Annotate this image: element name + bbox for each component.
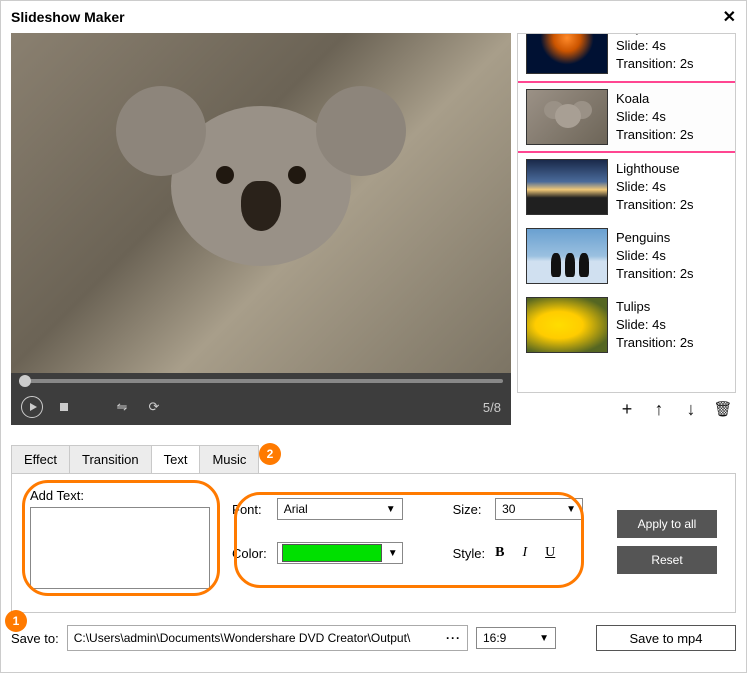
move-down-icon[interactable]: ↓ — [682, 400, 700, 418]
window-title: Slideshow Maker — [11, 9, 125, 25]
add-text-input[interactable] — [30, 507, 210, 589]
size-label: Size: — [453, 502, 486, 517]
flip-horizontal-icon[interactable]: ⇋ — [111, 396, 133, 418]
style-label: Style: — [453, 546, 486, 561]
chevron-down-icon: ▼ — [388, 548, 398, 559]
stop-button[interactable] — [53, 396, 75, 418]
aspect-ratio-select[interactable]: 16:9 ▼ — [476, 627, 556, 649]
play-button[interactable] — [21, 396, 43, 418]
italic-button[interactable]: I — [522, 545, 527, 561]
thumbnail-image — [526, 89, 608, 145]
list-item[interactable]: Jellyfish Slide: 4s Transition: 2s — [518, 33, 735, 81]
browse-button[interactable]: ··· — [446, 631, 461, 645]
thumbnail-list[interactable]: Jellyfish Slide: 4s Transition: 2s Koala… — [517, 33, 736, 393]
rotate-icon[interactable]: ⟳ — [143, 396, 165, 418]
preview-image — [11, 33, 511, 373]
add-text-label: Add Text: — [30, 488, 210, 503]
tab-text[interactable]: Text — [151, 445, 201, 474]
preview-area: ⇋ ⟳ 5/8 — [11, 33, 511, 425]
color-select[interactable]: ▼ — [277, 542, 403, 564]
reset-button[interactable]: Reset — [617, 546, 717, 574]
thumbnail-image — [526, 33, 608, 74]
thumbnail-image — [526, 159, 608, 215]
slide-counter: 5/8 — [483, 400, 501, 415]
bold-button[interactable]: B — [495, 545, 504, 561]
annotation-1: 1 — [5, 610, 27, 632]
color-swatch — [282, 544, 382, 562]
tab-transition[interactable]: Transition — [69, 445, 152, 474]
titlebar: Slideshow Maker ✕ — [1, 1, 746, 33]
save-mp4-button[interactable]: Save to mp4 — [596, 625, 736, 651]
chevron-down-icon: ▼ — [566, 504, 576, 515]
apply-all-button[interactable]: Apply to all — [617, 510, 717, 538]
list-item[interactable]: Penguins Slide: 4s Transition: 2s — [518, 222, 735, 291]
list-item[interactable]: Koala Slide: 4s Transition: 2s — [518, 81, 735, 153]
font-select[interactable]: Arial ▼ — [277, 498, 403, 520]
thumbnail-image — [526, 297, 608, 353]
size-select[interactable]: 30 ▼ — [495, 498, 583, 520]
scrub-bar[interactable] — [11, 373, 511, 389]
color-label: Color: — [232, 546, 267, 561]
chevron-down-icon: ▼ — [386, 504, 396, 515]
font-label: Font: — [232, 502, 267, 517]
save-to-label: Save to: — [11, 631, 59, 646]
add-icon[interactable]: + — [618, 400, 636, 418]
save-path-field[interactable]: C:\Users\admin\Documents\Wondershare DVD… — [67, 625, 468, 651]
close-icon[interactable]: ✕ — [723, 7, 736, 27]
underline-button[interactable]: U — [545, 545, 555, 561]
list-item[interactable]: Tulips Slide: 4s Transition: 2s — [518, 291, 735, 360]
tab-music[interactable]: Music — [199, 445, 259, 474]
delete-icon[interactable]: 🗑 — [714, 400, 732, 418]
tab-effect[interactable]: Effect — [11, 445, 70, 474]
move-up-icon[interactable]: ↑ — [650, 400, 668, 418]
list-item[interactable]: Lighthouse Slide: 4s Transition: 2s — [518, 153, 735, 222]
chevron-down-icon: ▼ — [539, 633, 549, 644]
annotation-2: 2 — [259, 443, 281, 465]
thumbnail-image — [526, 228, 608, 284]
text-tab-panel: Add Text: Font: Arial ▼ Size: 30 ▼ C — [11, 473, 736, 613]
slideshow-maker-window: Slideshow Maker ✕ — [0, 0, 747, 673]
